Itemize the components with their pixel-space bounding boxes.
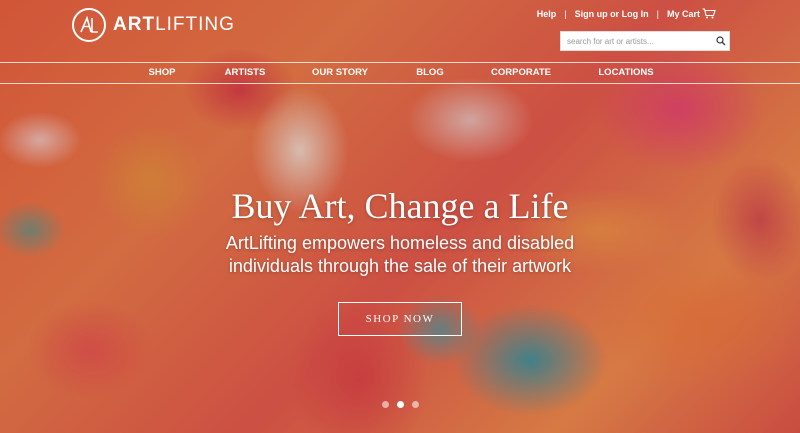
search-box [560, 31, 730, 51]
signup-login-link[interactable]: Sign up or Log In [575, 9, 649, 19]
nav-artists[interactable]: ARTISTS [225, 67, 266, 78]
logo-text-light: LIFTING [155, 14, 235, 35]
utility-nav: Help | Sign up or Log In | My Cart [537, 8, 716, 19]
help-link[interactable]: Help [537, 9, 557, 19]
carousel-dot-active[interactable] [396, 401, 404, 408]
search-button[interactable] [713, 36, 729, 46]
hero-section: ARTLIFTING Help | Sign up or Log In | My… [0, 0, 800, 433]
hero-subheadline: ArtLifting empowers homeless and disable… [225, 233, 575, 276]
logo-mark-icon [72, 8, 106, 42]
nav-shop[interactable]: SHOP [149, 67, 176, 78]
nav-blog[interactable]: BLOG [416, 67, 443, 78]
cart-icon [702, 8, 716, 19]
main-nav: SHOP ARTISTS OUR STORY BLOG CORPORATE LO… [0, 62, 800, 84]
search-input[interactable] [561, 36, 713, 46]
utility-separator: | [656, 8, 659, 19]
utility-separator: | [564, 8, 567, 19]
nav-locations[interactable]: LOCATIONS [598, 67, 653, 78]
carousel-dots [0, 401, 800, 408]
nav-corporate[interactable]: CORPORATE [491, 67, 551, 78]
logo-text-bold: ART [113, 14, 156, 35]
logo[interactable]: ARTLIFTING [72, 8, 235, 42]
cart-link[interactable]: My Cart [667, 8, 716, 19]
search-icon [716, 36, 726, 46]
carousel-dot[interactable] [381, 401, 389, 408]
cart-label: My Cart [666, 8, 700, 19]
hero-headline: Buy Art, Change a Life [231, 186, 569, 226]
logo-text: ARTLIFTING [113, 14, 235, 36]
nav-our-story[interactable]: OUR STORY [312, 67, 368, 78]
shop-now-button[interactable]: SHOP NOW [338, 302, 462, 336]
carousel-dot[interactable] [411, 401, 419, 408]
